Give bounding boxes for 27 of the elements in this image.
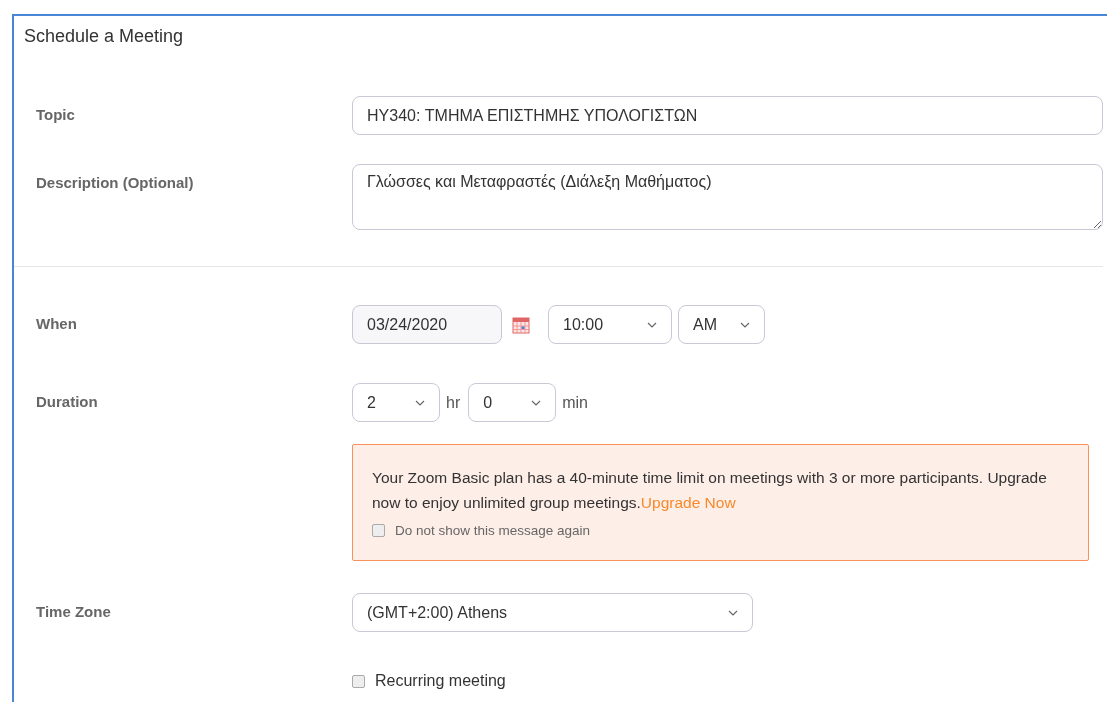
field-label: Duration [36, 392, 99, 410]
calendar-icon[interactable] [512, 315, 530, 334]
chevron-icon [647, 321, 657, 328]
field-label: When [36, 314, 78, 332]
panel-title: Schedule a Meeting [23, 25, 185, 48]
checkbox[interactable] [372, 524, 385, 537]
chevron-icon [531, 399, 542, 406]
chevron-icon [740, 321, 750, 328]
time-select[interactable]: 10:00 [548, 305, 672, 344]
field-label: Time Zone [36, 602, 112, 620]
checkbox-label: Recurring meeting [375, 672, 506, 690]
description-field[interactable]: Γλώσσες και Μεταφραστές (Διάλεξη Μαθήματος) [352, 164, 1103, 230]
checkbox-label: Do not show this message again [395, 523, 591, 538]
notice-text: Your Zoom Basic plan has a 40-minute time limit on meetings with 3 or more participants. Upgrade now to enjoy unlimited group meetings.Upgrade Now [372, 468, 1048, 513]
checkbox[interactable] [352, 674, 365, 688]
hours-select[interactable]: 2 [352, 383, 440, 422]
topic-field[interactable]: HY340: ΤΜΗΜΑ ΕΠΙΣΤΗΜΗΣ ΥΠΟΛΟΓΙΣΤΩΝ [352, 96, 1103, 135]
field-label: Description (Optional) [36, 173, 195, 191]
date-field[interactable]: 03/24/2020 [352, 305, 502, 344]
ampm-select[interactable]: AM [678, 305, 765, 344]
timezone-select[interactable]: (GMT+2:00) Athens [352, 593, 753, 632]
chevron-icon [415, 399, 425, 406]
field-label: Topic [36, 105, 76, 123]
minutes-select[interactable]: 0 [468, 383, 557, 422]
chevron-icon [728, 609, 738, 616]
unit-label: min [562, 393, 588, 412]
unit-label: hr [446, 393, 461, 412]
